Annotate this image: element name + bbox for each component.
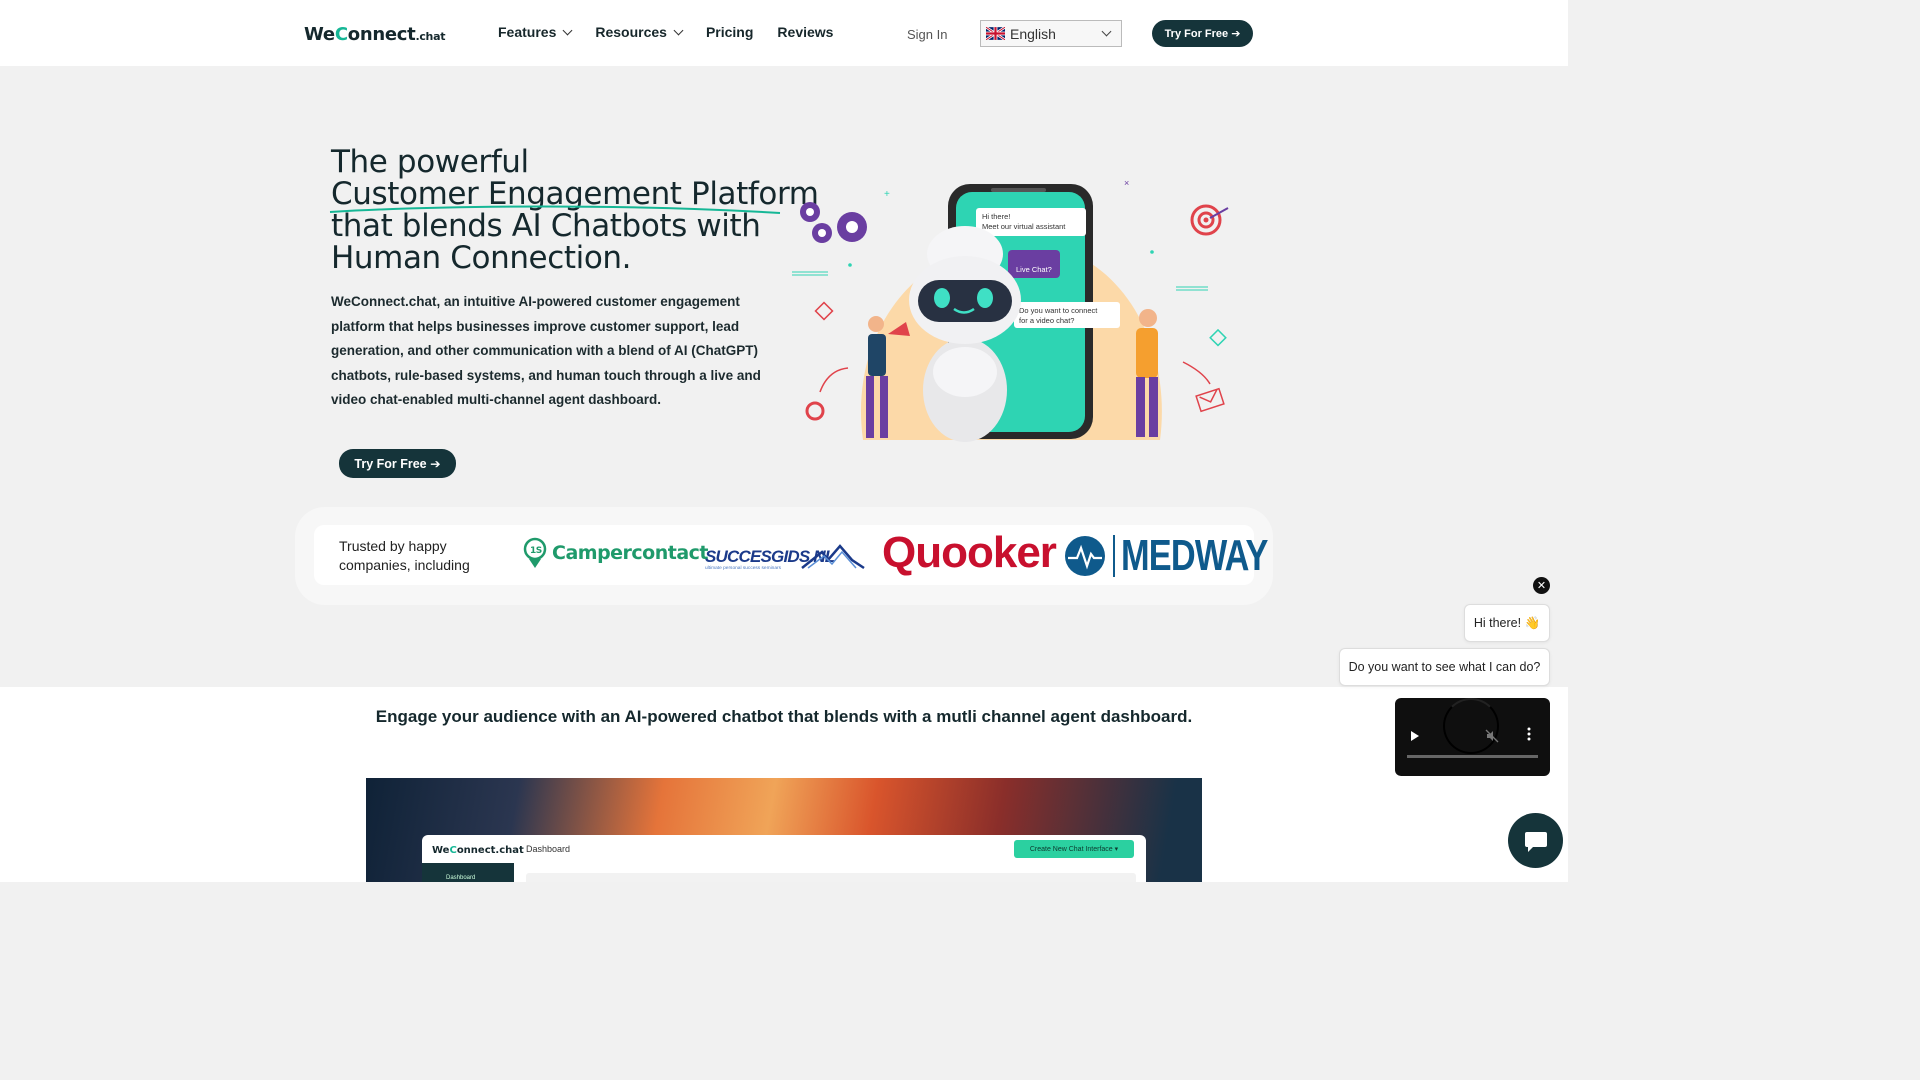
sign-in-link[interactable]: Sign In bbox=[907, 27, 947, 42]
dashboard-preview: WeConnect.chat Dashboard Create New Chat… bbox=[366, 778, 1202, 882]
chat-message-prompt[interactable]: Do you want to see what I can do? bbox=[1339, 648, 1550, 686]
try-free-hero-button[interactable]: Try For Free ➔ bbox=[339, 449, 456, 478]
illus-bubble-video-2: for a video chat? bbox=[1019, 316, 1074, 325]
dashboard-sidebar: Dashboard bbox=[422, 863, 514, 882]
illus-bubble-video-1: Do you want to connect bbox=[1019, 306, 1098, 315]
brand-logo[interactable]: WeConnect.chat bbox=[304, 24, 445, 45]
language-select[interactable]: English bbox=[980, 20, 1122, 47]
video-loading-ring bbox=[1443, 698, 1499, 754]
chat-close-button[interactable]: ✕ bbox=[1533, 577, 1550, 594]
hero-description: WeConnect.chat, an intuitive AI-powered … bbox=[331, 294, 761, 407]
succesgids-tagline: ultimate personal success seminars bbox=[705, 565, 782, 571]
campercontact-logo: 1S Campercontact bbox=[523, 537, 709, 569]
dashboard-content-bar bbox=[526, 873, 1136, 882]
illus-bubble-meet: Meet our virtual assistant bbox=[982, 222, 1066, 231]
more-options-icon[interactable] bbox=[1527, 727, 1531, 741]
dashboard-sidebar-item[interactable]: Dashboard bbox=[446, 875, 475, 881]
highlight-underline bbox=[329, 205, 781, 214]
illus-bubble-live: Live Chat? bbox=[1016, 265, 1052, 274]
feature-section-title: Engage your audience with an AI-powered … bbox=[375, 707, 1193, 726]
chat-launcher-button[interactable] bbox=[1508, 813, 1563, 868]
mute-icon[interactable] bbox=[1485, 729, 1499, 743]
medway-mark-icon bbox=[1065, 536, 1105, 576]
hero-title-line-4: Human Connection. bbox=[331, 240, 632, 276]
trusted-label: Trusted by happy companies, including bbox=[339, 538, 470, 573]
create-chat-interface-button[interactable]: Create New Chat Interface ▾ bbox=[1014, 840, 1134, 858]
nav-pricing[interactable]: Pricing bbox=[706, 24, 753, 40]
svg-text:×: × bbox=[1124, 178, 1129, 188]
play-icon[interactable] bbox=[1411, 731, 1419, 741]
illus-bubble-hi: Hi there! bbox=[982, 212, 1010, 221]
chevron-down-icon bbox=[562, 25, 573, 36]
dashboard-window: WeConnect.chat Dashboard Create New Chat… bbox=[422, 835, 1146, 882]
chevron-down-icon bbox=[1101, 26, 1112, 37]
video-progress-bar[interactable] bbox=[1407, 755, 1538, 758]
dashboard-logo: WeConnect.chat bbox=[432, 845, 524, 856]
nav-features[interactable]: Features bbox=[498, 24, 573, 40]
uk-flag-icon bbox=[986, 27, 1005, 40]
chevron-down-icon bbox=[673, 25, 684, 36]
main-nav: Features Resources Pricing Reviews bbox=[498, 24, 833, 40]
svg-text:+: + bbox=[884, 189, 890, 200]
chat-video-player[interactable] bbox=[1395, 698, 1550, 776]
medway-logo: MEDWAY bbox=[1063, 531, 1309, 581]
chat-message-greeting[interactable]: Hi there! 👋 bbox=[1464, 604, 1550, 642]
succesgids-logo: SUCCESGIDS.NL ultimate personal success … bbox=[705, 544, 865, 571]
quooker-logo: Quooker bbox=[882, 528, 1057, 577]
chat-bubble-icon bbox=[1524, 831, 1547, 852]
hero-illustration: Hi there! Meet our virtual assistant Liv… bbox=[792, 178, 1229, 442]
try-free-header-button[interactable]: Try For Free ➔ bbox=[1152, 20, 1253, 47]
nav-reviews[interactable]: Reviews bbox=[777, 24, 833, 40]
svg-text:1S: 1S bbox=[530, 546, 542, 556]
medway-divider bbox=[1113, 535, 1115, 577]
language-label: English bbox=[1010, 25, 1056, 42]
hero-title-line-1: The powerful bbox=[331, 144, 529, 180]
campercontact-mark-icon: 1S bbox=[523, 537, 547, 568]
dashboard-label: Dashboard bbox=[526, 844, 571, 854]
site-header: WeConnect.chat Features Resources Pricin… bbox=[0, 0, 1568, 66]
nav-resources[interactable]: Resources bbox=[595, 24, 684, 40]
